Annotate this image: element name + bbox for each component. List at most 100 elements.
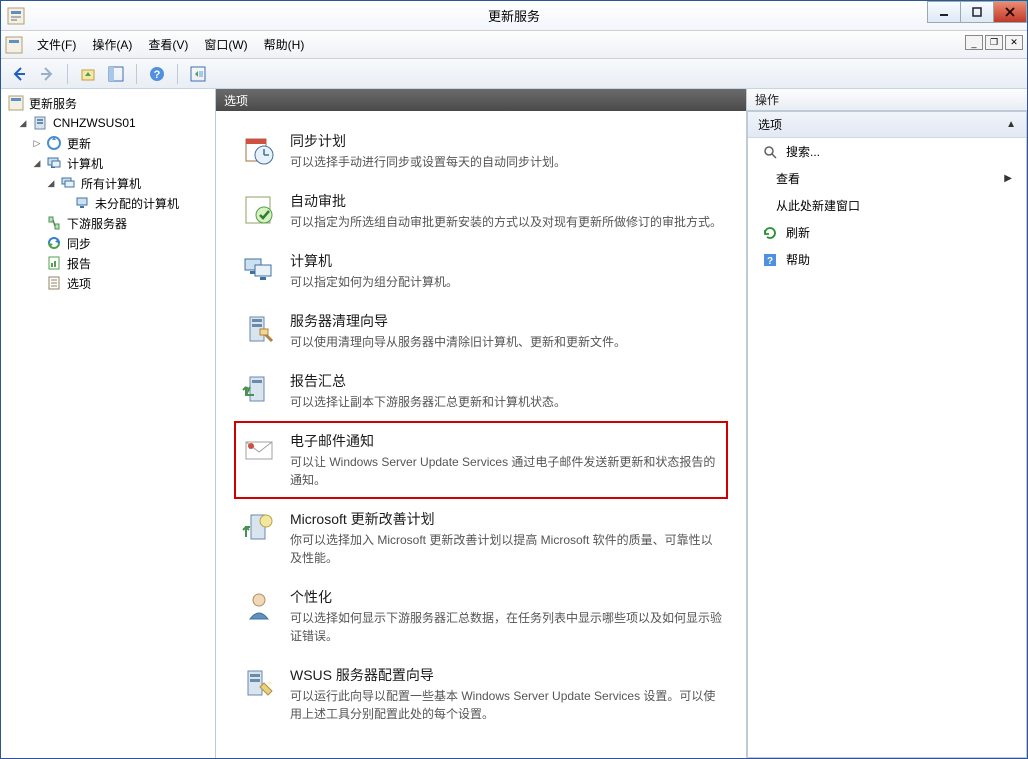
actions-section-header[interactable]: 选项 ▲ <box>748 112 1026 138</box>
server-cleanup-icon <box>240 311 278 349</box>
email-icon <box>240 431 278 469</box>
option-title: 计算机 <box>290 251 722 271</box>
tree-sync[interactable]: 同步 <box>3 233 213 253</box>
search-icon <box>762 144 778 160</box>
window-title: 更新服务 <box>488 6 540 25</box>
option-wsus-config-wizard[interactable]: WSUS 服务器配置向导 可以运行此向导以配置一些基本 Windows Serv… <box>234 655 728 733</box>
menu-help[interactable]: 帮助(H) <box>256 32 313 57</box>
center-panel: 选项 同步计划 可以选择手动进行同步或设置每天的自动同步计划。 自动审批 可以指… <box>216 89 747 758</box>
action-help[interactable]: ? 帮助 <box>748 246 1026 273</box>
option-auto-approve[interactable]: 自动审批 可以指定为所选组自动审批更新安装的方式以及对现有更新所做修订的审批方式… <box>234 181 728 241</box>
option-title: 电子邮件通知 <box>290 431 722 451</box>
option-title: WSUS 服务器配置向导 <box>290 665 722 685</box>
tree-report[interactable]: 报告 <box>3 253 213 273</box>
show-tree-button[interactable] <box>104 62 128 86</box>
option-sync-schedule[interactable]: 同步计划 可以选择手动进行同步或设置每天的自动同步计划。 <box>234 121 728 181</box>
option-desc: 可以选择如何显示下游服务器汇总数据，在任务列表中显示哪些项以及如何显示验证错误。 <box>290 609 722 645</box>
main-area: 更新服务 ◢ CNHZWSUS01 ▷ 更新 ◢ 计算机 ◢ 所有计算机 未分配… <box>1 89 1027 758</box>
menu-window[interactable]: 窗口(W) <box>196 32 255 57</box>
menu-action[interactable]: 操作(A) <box>84 32 140 57</box>
tree-root[interactable]: 更新服务 <box>3 93 213 113</box>
approve-check-icon <box>240 191 278 229</box>
maximize-button[interactable] <box>960 1 994 23</box>
title-bar: 更新服务 <box>1 1 1027 31</box>
toolbar-separator <box>67 64 68 84</box>
option-ms-improvement[interactable]: Microsoft 更新改善计划 你可以选择加入 Microsoft 更新改善计… <box>234 499 728 577</box>
tree-server[interactable]: ◢ CNHZWSUS01 <box>3 113 213 133</box>
help-button[interactable]: ? <box>145 62 169 86</box>
person-icon <box>240 587 278 625</box>
report-icon <box>46 255 62 271</box>
tree-toggle[interactable]: ◢ <box>31 158 43 169</box>
menu-view[interactable]: 查看(V) <box>140 32 196 57</box>
connect-button[interactable] <box>186 62 210 86</box>
option-desc: 可以指定如何为组分配计算机。 <box>290 273 722 291</box>
option-email-notification[interactable]: 电子邮件通知 可以让 Windows Server Update Service… <box>234 421 728 499</box>
action-refresh[interactable]: 刷新 <box>748 219 1026 246</box>
mdi-restore[interactable]: ❐ <box>985 35 1003 50</box>
report-rollup-icon <box>240 371 278 409</box>
tree-downstream[interactable]: 下游服务器 <box>3 213 213 233</box>
app-icon <box>7 7 25 25</box>
tree-panel: 更新服务 ◢ CNHZWSUS01 ▷ 更新 ◢ 计算机 ◢ 所有计算机 未分配… <box>1 89 216 758</box>
option-desc: 可以运行此向导以配置一些基本 Windows Server Update Ser… <box>290 687 722 723</box>
chevron-right-icon: ▶ <box>1004 173 1012 184</box>
action-view[interactable]: 查看 ▶ <box>748 165 1026 192</box>
action-search[interactable]: 搜索... <box>748 138 1026 165</box>
menu-file[interactable]: 文件(F) <box>29 32 84 57</box>
server-icon <box>32 115 48 131</box>
svg-text:?: ? <box>154 69 161 81</box>
option-desc: 可以让 Windows Server Update Services 通过电子邮… <box>290 453 722 489</box>
mdi-minimize[interactable]: _ <box>965 35 983 50</box>
option-desc: 你可以选择加入 Microsoft 更新改善计划以提高 Microsoft 软件… <box>290 531 722 567</box>
option-report-rollup[interactable]: 报告汇总 可以选择让副本下游服务器汇总更新和计算机状态。 <box>234 361 728 421</box>
option-personalization[interactable]: 个性化 可以选择如何显示下游服务器汇总数据，在任务列表中显示哪些项以及如何显示验… <box>234 577 728 655</box>
option-title: 同步计划 <box>290 131 722 151</box>
actions-header: 操作 <box>747 89 1027 111</box>
downstream-icon <box>46 215 62 231</box>
option-computers[interactable]: 计算机 可以指定如何为组分配计算机。 <box>234 241 728 301</box>
option-desc: 可以使用清理向导从服务器中清除旧计算机、更新和更新文件。 <box>290 333 722 351</box>
tree-toggle[interactable]: ◢ <box>17 118 29 129</box>
tree-toggle[interactable]: ◢ <box>45 178 57 189</box>
tree-all-computers[interactable]: ◢ 所有计算机 <box>3 173 213 193</box>
up-button[interactable] <box>76 62 100 86</box>
mdi-window-controls: _ ❐ ✕ <box>965 35 1023 50</box>
server-wizard-icon <box>240 665 278 703</box>
toolbar-separator <box>177 64 178 84</box>
options-icon <box>46 275 62 291</box>
help-icon: ? <box>762 252 778 268</box>
option-desc: 可以选择手动进行同步或设置每天的自动同步计划。 <box>290 153 722 171</box>
tree-toggle[interactable]: ▷ <box>31 138 43 149</box>
option-title: Microsoft 更新改善计划 <box>290 509 722 529</box>
center-header: 选项 <box>216 89 746 111</box>
minimize-button[interactable] <box>927 1 961 23</box>
collapse-icon: ▲ <box>1006 119 1016 130</box>
computers-group-icon <box>60 175 76 191</box>
tree-options[interactable]: 选项 <box>3 273 213 293</box>
option-desc: 可以选择让副本下游服务器汇总更新和计算机状态。 <box>290 393 722 411</box>
tree-unassigned[interactable]: 未分配的计算机 <box>3 193 213 213</box>
sync-icon <box>46 235 62 251</box>
tree-updates[interactable]: ▷ 更新 <box>3 133 213 153</box>
improvement-icon <box>240 509 278 547</box>
option-cleanup-wizard[interactable]: 服务器清理向导 可以使用清理向导从服务器中清除旧计算机、更新和更新文件。 <box>234 301 728 361</box>
clock-calendar-icon <box>240 131 278 169</box>
options-list[interactable]: 同步计划 可以选择手动进行同步或设置每天的自动同步计划。 自动审批 可以指定为所… <box>216 111 746 758</box>
tree-computers[interactable]: ◢ 计算机 <box>3 153 213 173</box>
actions-body: 选项 ▲ 搜索... 查看 ▶ 从此处新建窗口 刷新 ? 帮助 <box>747 111 1027 758</box>
close-button[interactable] <box>993 1 1027 23</box>
nav-back-button[interactable] <box>7 62 31 86</box>
option-desc: 可以指定为所选组自动审批更新安装的方式以及对现有更新所做修订的审批方式。 <box>290 213 722 231</box>
nav-forward-button[interactable] <box>35 62 59 86</box>
service-icon <box>8 95 24 111</box>
mdi-close[interactable]: ✕ <box>1005 35 1023 50</box>
option-title: 自动审批 <box>290 191 722 211</box>
menu-bar: 文件(F) 操作(A) 查看(V) 窗口(W) 帮助(H) _ ❐ ✕ <box>1 31 1027 59</box>
action-new-window[interactable]: 从此处新建窗口 <box>748 192 1026 219</box>
updates-icon <box>46 135 62 151</box>
computers-icon <box>240 251 278 289</box>
option-title: 服务器清理向导 <box>290 311 722 331</box>
svg-text:?: ? <box>767 256 773 267</box>
toolbar-separator <box>136 64 137 84</box>
